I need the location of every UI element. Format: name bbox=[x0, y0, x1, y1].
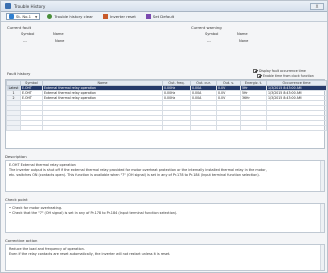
check-point-line-1: • Check for motor overheating. bbox=[9, 206, 63, 210]
current-fault-name-label: Name bbox=[53, 32, 64, 36]
corrective-action-line-2: Even if the relay contacts are reset aut… bbox=[9, 252, 171, 256]
check-point-scrollbar[interactable] bbox=[320, 204, 324, 232]
export-button[interactable]: Set Default bbox=[143, 13, 177, 20]
description-box: E.OHT External thermal relay operation T… bbox=[5, 160, 325, 192]
fault-history-heading: Fault history bbox=[7, 71, 31, 76]
current-fault-symbol-value: --- bbox=[23, 39, 27, 43]
current-warning-symbol-value: --- bbox=[207, 39, 211, 43]
clear-history-button[interactable]: Trouble history clear bbox=[44, 13, 96, 20]
title-bar: Trouble History X bbox=[1, 1, 327, 12]
corrective-action-scrollbar[interactable] bbox=[320, 245, 324, 270]
check-point-line-2: • Check that the "7" (OH signal) is set … bbox=[9, 211, 178, 215]
description-heading: Description bbox=[5, 154, 27, 159]
description-line-1: E.OHT External thermal relay operation bbox=[9, 163, 76, 167]
clear-history-label: Trouble history clear bbox=[54, 14, 93, 19]
export-label: Set Default bbox=[152, 14, 175, 19]
display-occurrence-checkbox[interactable] bbox=[253, 69, 257, 73]
app-icon bbox=[5, 3, 11, 9]
current-warning-heading: Current warning bbox=[191, 25, 222, 30]
reset-icon bbox=[102, 14, 108, 19]
row-index bbox=[6, 125, 21, 131]
enable-time-label: Enable time from clock function bbox=[263, 74, 314, 78]
chevron-down-icon: ▼ bbox=[35, 14, 38, 19]
corrective-action-line-1: Reduce the load and frequency of operati… bbox=[9, 247, 85, 251]
enable-time-checkbox[interactable] bbox=[257, 74, 261, 78]
description-line-3: etc. switches ON (contacts open). This f… bbox=[9, 173, 260, 177]
table-row[interactable]: 2 E.OHT External thermal relay operation… bbox=[6, 95, 327, 101]
current-fault-symbol-label: Symbol bbox=[21, 32, 35, 36]
corrective-action-heading: Corrective action bbox=[5, 238, 38, 243]
inverter-reset-label: Inverter reset bbox=[109, 14, 136, 19]
current-fault-heading: Current fault bbox=[7, 25, 32, 30]
current-warning-symbol-label: Symbol bbox=[205, 32, 219, 36]
description-line-2: The inverter output is shut off if the e… bbox=[9, 168, 267, 172]
toolbar: St. No.1 ▼ Trouble history clear Inverte… bbox=[1, 12, 327, 22]
trouble-history-window: Trouble History X St. No.1 ▼ Trouble his… bbox=[0, 0, 328, 273]
station-select[interactable]: St. No.1 ▼ bbox=[6, 13, 41, 20]
row-index: Latest bbox=[6, 85, 21, 91]
check-point-heading: Check point bbox=[5, 197, 28, 202]
current-fault-name-value: None bbox=[55, 39, 65, 43]
clear-icon bbox=[47, 14, 53, 19]
corrective-action-box: Reduce the load and frequency of operati… bbox=[5, 244, 325, 271]
table-row[interactable]: Latest E.OHT External thermal relay oper… bbox=[6, 85, 327, 91]
current-warning-name-label: Name bbox=[237, 32, 248, 36]
window-title: Trouble History bbox=[14, 3, 46, 9]
fault-history-table: Symbol Name Out. freq. Out. cur. Out. v.… bbox=[5, 79, 327, 149]
export-icon bbox=[145, 14, 151, 19]
table-row[interactable] bbox=[6, 125, 327, 131]
current-warning-name-value: None bbox=[239, 39, 249, 43]
station-icon bbox=[9, 14, 14, 19]
display-occurrence-label: Display fault occurrence time bbox=[259, 69, 306, 73]
close-button[interactable]: X bbox=[310, 2, 324, 10]
inverter-reset-button[interactable]: Inverter reset bbox=[100, 13, 139, 20]
check-point-box: • Check for motor overheating. • Check t… bbox=[5, 203, 325, 233]
station-label: St. No.1 bbox=[16, 14, 32, 19]
description-scrollbar[interactable] bbox=[320, 161, 324, 191]
table-row[interactable]: 1 E.OHT External thermal relay operation… bbox=[6, 90, 327, 96]
